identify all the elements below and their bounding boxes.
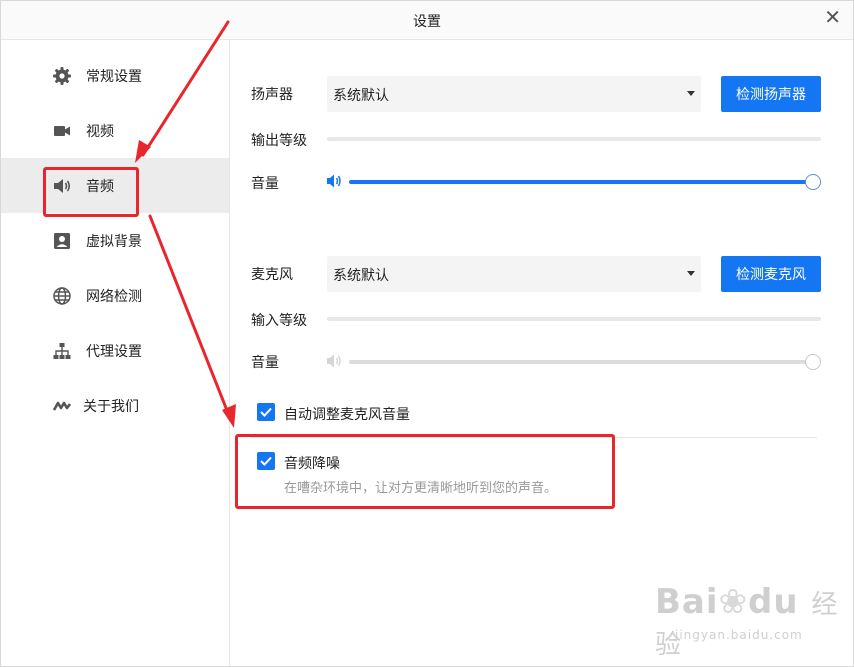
globe-icon: [52, 286, 72, 306]
video-camera-icon: [52, 121, 72, 141]
speaker-volume-handle[interactable]: [805, 174, 821, 190]
settings-window: 设置 ✕ 常规设置 视频 音频 虚拟背景 网络检测 代理设置 关于我们 扬声器 …: [0, 0, 854, 667]
audio-settings-panel: 扬声器 系统默认 检测扬声器 输出等级 音量 麦克风 系统默认 检测麦克风 输入…: [230, 40, 853, 666]
close-icon[interactable]: ✕: [824, 7, 841, 27]
sidebar: 常规设置 视频 音频 虚拟背景 网络检测 代理设置 关于我们: [1, 40, 230, 666]
test-speaker-button[interactable]: 检测扬声器: [721, 76, 821, 112]
speaker-volume-icon: [326, 173, 344, 193]
title-bar: 设置 ✕: [1, 1, 853, 40]
sidebar-item-general[interactable]: 常规设置: [1, 48, 229, 103]
speaker-select-value: 系统默认: [333, 88, 389, 104]
window-title: 设置: [413, 14, 441, 30]
sidebar-item-proxy[interactable]: 代理设置: [1, 323, 229, 378]
speaker-icon: [52, 176, 72, 196]
sidebar-item-label: 网络检测: [86, 288, 142, 305]
sidebar-item-label: 音频: [86, 178, 114, 195]
microphone-select-value: 系统默认: [333, 268, 389, 284]
sidebar-item-audio[interactable]: 音频: [1, 158, 229, 213]
sidebar-item-label: 视频: [86, 123, 114, 140]
microphone-volume-slider[interactable]: [349, 360, 813, 364]
output-level-meter: [327, 137, 821, 141]
gear-icon: [52, 66, 72, 86]
sidebar-item-video[interactable]: 视频: [1, 103, 229, 158]
sidebar-item-label: 虚拟背景: [86, 233, 142, 250]
microphone-label: 麦克风: [251, 267, 293, 283]
speaker-label: 扬声器: [251, 87, 293, 103]
speaker-volume-label: 音量: [251, 176, 279, 192]
sidebar-item-virtual-background[interactable]: 虚拟背景: [1, 213, 229, 268]
sidebar-item-network-test[interactable]: 网络检测: [1, 268, 229, 323]
sidebar-item-about[interactable]: 关于我们: [1, 378, 229, 433]
speaker-select[interactable]: 系统默认: [327, 76, 701, 112]
check-icon: [260, 407, 272, 417]
sidebar-item-label: 关于我们: [83, 398, 139, 415]
watermark-logo: Bai❀du 经验: [655, 582, 839, 660]
noise-reduction-description: 在嘈杂环境中，让对方更清晰地听到您的声音。: [284, 481, 558, 496]
sidebar-item-label: 代理设置: [86, 343, 142, 360]
microphone-volume-label: 音量: [251, 355, 279, 371]
auto-adjust-label: 自动调整麦克风音量: [284, 407, 410, 423]
noise-reduction-checkbox[interactable]: [257, 452, 275, 470]
auto-adjust-checkbox[interactable]: [257, 403, 275, 421]
logo-icon: [52, 396, 72, 416]
microphone-select[interactable]: 系统默认: [327, 256, 701, 292]
input-level-label: 输入等级: [251, 313, 307, 329]
chevron-down-icon: [687, 271, 695, 276]
check-icon: [260, 456, 272, 466]
chevron-down-icon: [687, 91, 695, 96]
microphone-volume-icon: [326, 353, 344, 373]
test-microphone-button[interactable]: 检测麦克风: [721, 256, 821, 292]
portrait-icon: [52, 231, 72, 251]
network-tree-icon: [52, 341, 72, 361]
speaker-volume-slider[interactable]: [349, 180, 813, 184]
paw-icon: ❀: [718, 582, 749, 622]
microphone-volume-handle[interactable]: [805, 354, 821, 370]
watermark-url: jingyan.baidu.com: [675, 628, 803, 642]
output-level-label: 输出等级: [251, 133, 307, 149]
divider: [251, 437, 817, 438]
noise-reduction-label: 音频降噪: [284, 456, 340, 472]
input-level-meter: [327, 317, 821, 321]
sidebar-item-label: 常规设置: [86, 68, 142, 85]
